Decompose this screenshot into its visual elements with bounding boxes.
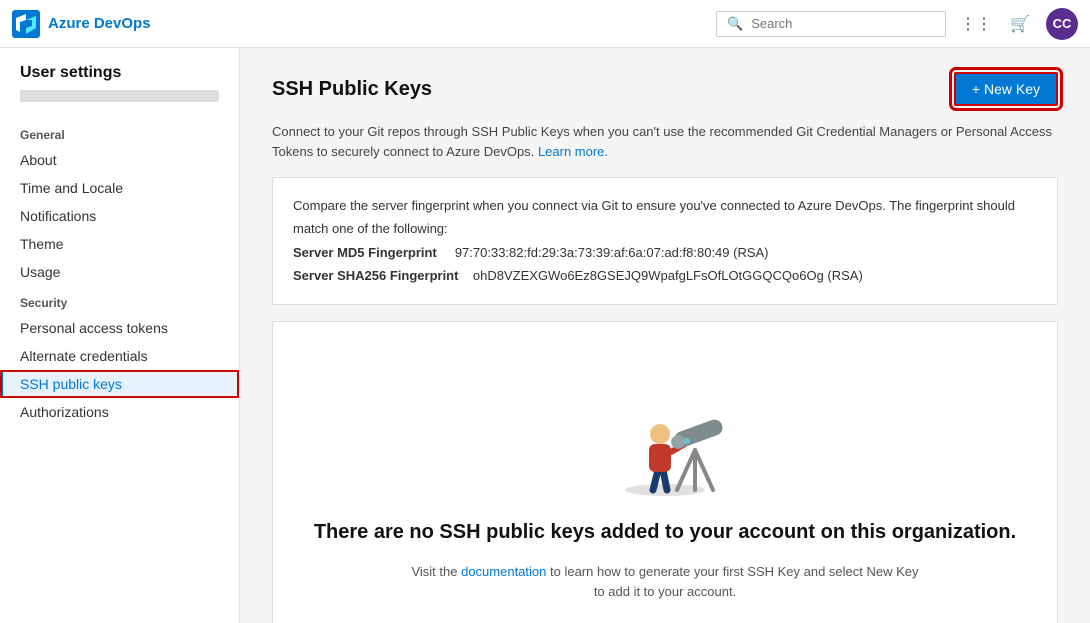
main-layout: User settings General About Time and Loc… [0,48,1090,623]
documentation-link[interactable]: documentation [461,564,546,579]
sidebar-item-usage[interactable]: Usage [0,258,239,286]
fingerprint-box: Compare the server fingerprint when you … [272,177,1058,305]
topnav-actions: ⋮⋮ 🛒 CC [958,6,1078,42]
page-header: SSH Public Keys + New Key [272,72,1058,106]
learn-more-link[interactable]: Learn more. [538,144,608,159]
search-icon: 🔍 [727,16,743,32]
user-avatar-button[interactable]: CC [1046,8,1078,40]
fingerprint-md5-label: Server MD5 Fingerprint [293,245,437,260]
empty-state: There are no SSH public keys added to yo… [272,321,1058,623]
grid-menu-button[interactable]: ⋮⋮ [958,6,994,42]
sidebar-section-general: General [0,118,239,146]
fingerprint-md5-value: 97:70:33:82:fd:29:3a:73:39:af:6a:07:ad:f… [455,245,769,260]
main-content: SSH Public Keys + New Key Connect to you… [240,48,1090,623]
sidebar-item-authorizations[interactable]: Authorizations [0,398,239,426]
logo-text: Azure DevOps [48,15,151,32]
sidebar-item-theme[interactable]: Theme [0,230,239,258]
sidebar-title: User settings [0,64,239,90]
page-title: SSH Public Keys [272,78,432,101]
empty-state-description: Visit the documentation to learn how to … [405,562,925,604]
page-description: Connect to your Git repos through SSH Pu… [272,122,1058,161]
logo[interactable]: Azure DevOps [12,10,151,38]
sidebar-item-alternate-credentials[interactable]: Alternate credentials [0,342,239,370]
sidebar-section-security: Security [0,286,239,314]
azure-devops-logo-icon [12,10,40,38]
sidebar-item-about[interactable]: About [0,146,239,174]
grid-icon: ⋮⋮ [960,14,992,34]
sidebar-item-ssh-public-keys[interactable]: SSH public keys [0,370,239,398]
sidebar: User settings General About Time and Loc… [0,48,240,623]
top-navigation: Azure DevOps 🔍 ⋮⋮ 🛒 CC [0,0,1090,48]
sidebar-item-notifications[interactable]: Notifications [0,202,239,230]
sidebar-item-personal-access-tokens[interactable]: Personal access tokens [0,314,239,342]
avatar-initials: CC [1053,16,1072,31]
search-input[interactable] [751,16,921,31]
fingerprint-sha256-value: ohD8VZEXGWo6Ez8GSEJQ9WpafgLFsOfLOtGGQCQo… [473,268,863,283]
fingerprint-sha256-label: Server SHA256 Fingerprint [293,268,458,283]
search-box[interactable]: 🔍 [716,11,946,37]
sidebar-item-time-locale[interactable]: Time and Locale [0,174,239,202]
new-key-button[interactable]: + New Key [954,72,1058,106]
sidebar-user-placeholder [20,90,219,102]
shopping-icon: 🛒 [1010,14,1030,34]
empty-state-title: There are no SSH public keys added to yo… [314,518,1016,546]
basket-button[interactable]: 🛒 [1002,6,1038,42]
telescope-illustration [595,362,735,502]
